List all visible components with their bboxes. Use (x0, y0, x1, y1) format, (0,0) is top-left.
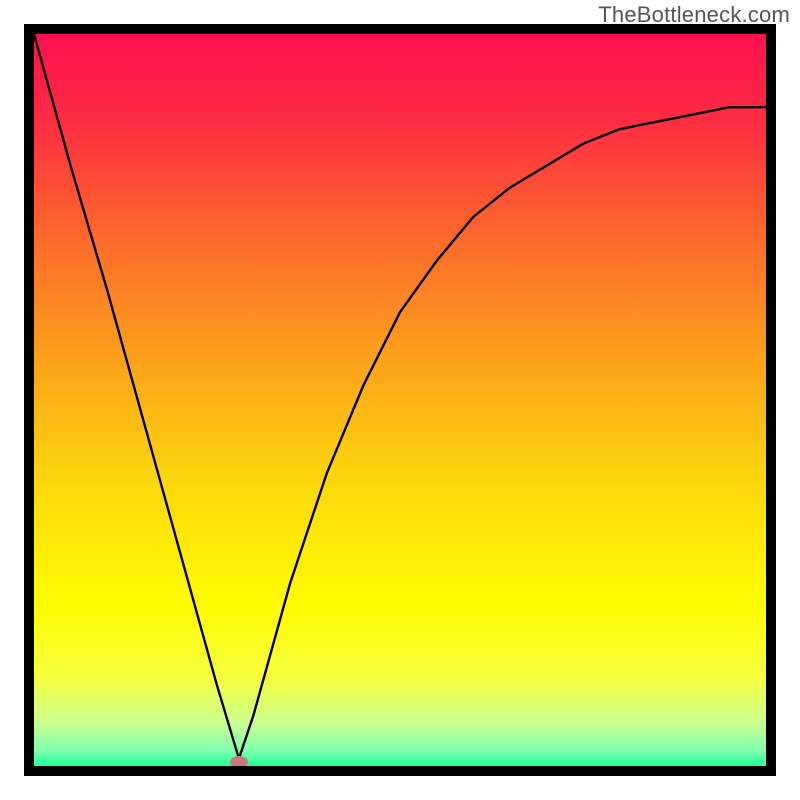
background-gradient (34, 34, 766, 766)
plot-frame (24, 24, 776, 776)
min-point-marker (230, 756, 248, 768)
watermark-text: TheBottleneck.com (598, 2, 790, 28)
chart-stage: TheBottleneck.com (0, 0, 800, 800)
plot-area (34, 34, 766, 766)
